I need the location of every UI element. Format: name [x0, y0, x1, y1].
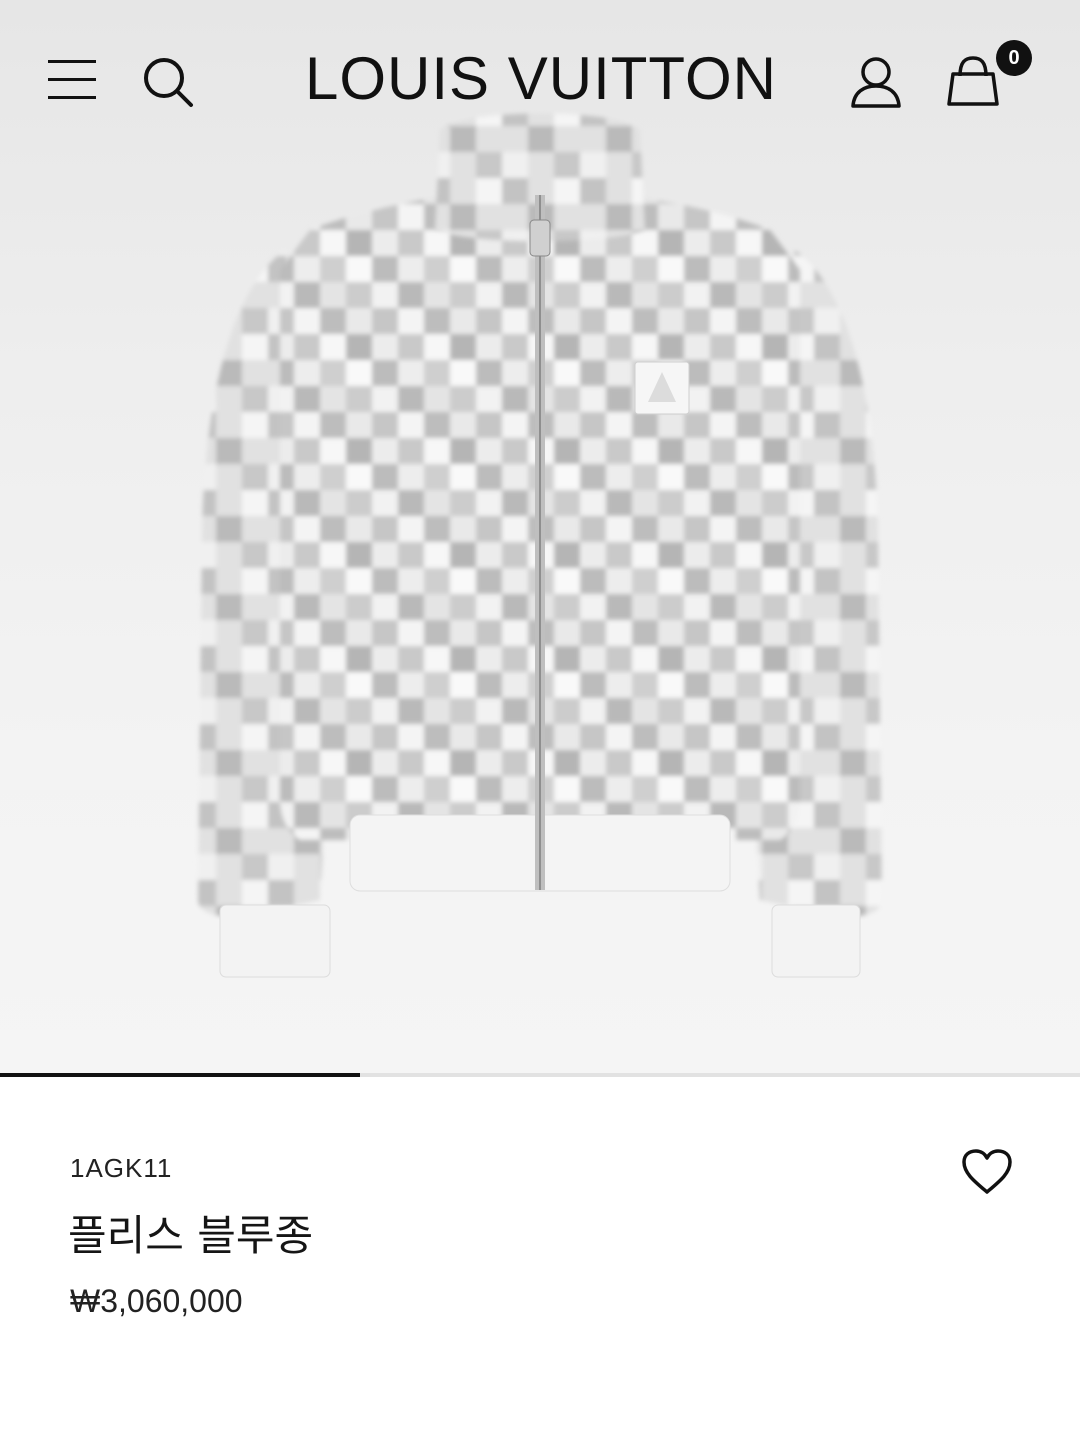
brand-logo[interactable]: LOUIS VUITTON	[305, 44, 776, 114]
wishlist-button[interactable]	[960, 1148, 1014, 1200]
gallery-progress	[0, 1073, 1080, 1077]
cart-count-badge: 0	[996, 40, 1032, 76]
shopping-bag-icon	[947, 56, 999, 106]
search-icon	[144, 58, 193, 107]
product-image	[198, 113, 882, 978]
account-icon	[851, 57, 901, 108]
search-button[interactable]	[142, 56, 194, 108]
product-price: ₩3,060,000	[70, 1283, 243, 1319]
menu-icon	[48, 60, 96, 99]
account-button[interactable]	[850, 56, 902, 108]
heart-icon	[962, 1149, 1012, 1194]
menu-button[interactable]	[46, 58, 98, 100]
product-title: 플리스 블루종	[68, 1211, 314, 1260]
product-sku: 1AGK11	[70, 1153, 173, 1183]
site-header: LOUIS VUITTON 0	[0, 0, 1080, 160]
product-image-gallery[interactable]: LOUIS VUITTON 0	[0, 0, 1080, 1073]
gallery-progress-fill	[0, 1073, 360, 1077]
shopping-bag-button[interactable]	[945, 54, 1001, 108]
